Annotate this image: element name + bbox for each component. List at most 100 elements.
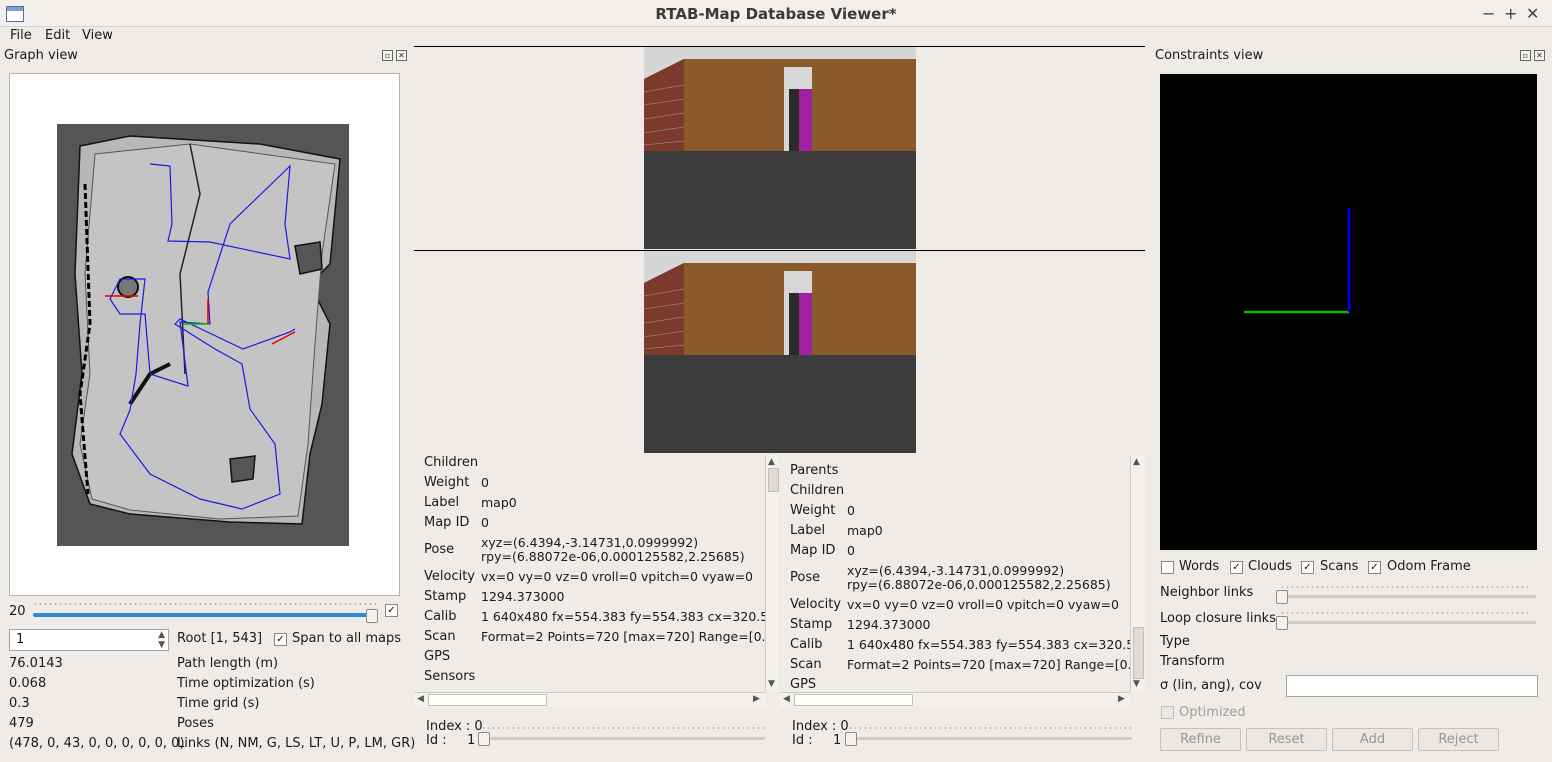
span-maps-checkbox[interactable]: ✓	[274, 633, 287, 646]
menu-file[interactable]: File	[10, 28, 32, 43]
constraints-view-title: Constraints view	[1155, 48, 1264, 63]
loop-closure-links-label: Loop closure links	[1160, 611, 1276, 626]
menu-bar: File Edit View	[0, 26, 1552, 46]
graph-slider-track[interactable]	[33, 613, 375, 617]
info-key: Stamp	[424, 589, 467, 604]
slider-ticks	[1280, 585, 1532, 589]
scroll-thumb[interactable]	[428, 694, 547, 706]
id-label-right: Id :	[792, 733, 813, 748]
stat-value-poses: 479	[9, 716, 34, 731]
loop-closure-links-slider[interactable]	[1280, 621, 1536, 624]
camera-image-top[interactable]	[644, 47, 916, 249]
info-value: 1294.373000	[481, 589, 565, 604]
scans-checkbox[interactable]: ✓	[1301, 561, 1314, 574]
span-maps-label: Span to all maps	[292, 631, 402, 646]
index-slider-left-handle[interactable]	[478, 732, 490, 746]
info-value: rpy=(6.88072e-06,0.000125582,2.25685)	[481, 549, 745, 564]
slider-ticks	[481, 726, 765, 730]
index-label-left: Index : 0	[426, 719, 483, 734]
info-key: Map ID	[790, 543, 836, 558]
sigma-label: σ (lin, ang), cov	[1160, 678, 1262, 693]
info-left-vscroll[interactable]: ▲ ▼	[765, 455, 779, 692]
scroll-thumb[interactable]	[768, 468, 779, 492]
id-label-left: Id :	[426, 733, 447, 748]
info-value: 0	[847, 543, 855, 558]
reset-button[interactable]: Reset	[1246, 728, 1327, 751]
graph-canvas[interactable]	[9, 73, 400, 596]
odom-frame-label: Odom Frame	[1387, 559, 1471, 574]
words-label: Words	[1179, 559, 1220, 574]
float-dock-icon[interactable]: ▫	[1520, 50, 1531, 61]
scroll-right-icon[interactable]: ▶	[753, 694, 760, 704]
info-key: Calib	[790, 637, 823, 652]
info-left-hscroll[interactable]: ◀ ▶	[414, 692, 765, 707]
stat-label-links: Links (N, NM, G, LS, LT, U, P, LM, GR)	[177, 736, 416, 751]
info-value: 0	[481, 515, 489, 530]
info-value: vx=0 vy=0 vz=0 vroll=0 vpitch=0 vyaw=0	[847, 597, 1120, 612]
stat-value-path-length: 76.0143	[9, 656, 63, 671]
stat-label-poses: Poses	[177, 716, 214, 731]
info-value: 1294.373000	[847, 617, 931, 632]
minimize-button[interactable]: −	[1482, 4, 1495, 23]
info-key: Label	[790, 523, 826, 538]
refine-button[interactable]: Refine	[1160, 728, 1241, 751]
info-value: 0	[847, 503, 855, 518]
graph-view-title: Graph view	[4, 48, 78, 63]
root-spin-value: 1	[16, 632, 25, 647]
info-value: 1 640x480 fx=554.383 fy=554.383 cx=320.5…	[847, 637, 1145, 652]
odom-frame-checkbox[interactable]: ✓	[1368, 561, 1381, 574]
graph-slider-handle[interactable]	[366, 609, 378, 623]
menu-edit[interactable]: Edit	[45, 28, 70, 43]
scroll-down-icon[interactable]: ▼	[1133, 679, 1140, 689]
scroll-thumb[interactable]	[1133, 627, 1144, 679]
close-dock-icon[interactable]: ✕	[1534, 50, 1545, 61]
reject-button[interactable]: Reject	[1418, 728, 1499, 751]
camera-image-bottom[interactable]	[644, 251, 916, 453]
scroll-up-icon[interactable]: ▲	[768, 457, 775, 467]
title-bar: RTAB-Map Database Viewer* − + ✕	[0, 0, 1552, 27]
scroll-right-icon[interactable]: ▶	[1118, 694, 1125, 704]
id-value-left: 1	[467, 733, 476, 748]
index-slider-right[interactable]	[848, 737, 1132, 740]
constraints-3d-view[interactable]	[1160, 74, 1537, 550]
words-checkbox[interactable]	[1161, 561, 1174, 574]
loop-closure-links-handle[interactable]	[1276, 616, 1288, 630]
close-button[interactable]: ✕	[1526, 4, 1539, 23]
info-key: Velocity	[424, 569, 475, 584]
info-key: Weight	[790, 503, 836, 518]
neighbor-links-slider[interactable]	[1280, 595, 1536, 598]
info-right-hscroll[interactable]: ◀ ▶	[780, 692, 1130, 707]
optimized-checkbox[interactable]	[1161, 706, 1174, 719]
root-spinbox[interactable]: 1 ▲ ▼	[9, 629, 169, 651]
info-key: GPS	[790, 677, 817, 692]
index-slider-left[interactable]	[481, 737, 765, 740]
stat-value-links: (478, 0, 43, 0, 0, 0, 0, 0, 0)	[9, 736, 185, 751]
slider-ticks	[33, 602, 378, 606]
scroll-left-icon[interactable]: ◀	[783, 694, 790, 704]
maximize-button[interactable]: +	[1504, 4, 1517, 23]
index-slider-right-handle[interactable]	[845, 732, 857, 746]
neighbor-links-handle[interactable]	[1276, 590, 1288, 604]
graph-slider-value: 20	[9, 604, 26, 619]
info-key: Sensors	[424, 669, 476, 684]
sigma-field[interactable]	[1286, 675, 1538, 697]
info-right-vscroll[interactable]: ▲ ▼	[1130, 455, 1145, 692]
info-key: Label	[424, 495, 460, 510]
graph-slider-checkbox[interactable]: ✓	[385, 604, 398, 617]
clouds-checkbox[interactable]: ✓	[1230, 561, 1243, 574]
scans-label: Scans	[1320, 559, 1359, 574]
window-title: RTAB-Map Database Viewer*	[655, 5, 897, 23]
spin-down-icon[interactable]: ▼	[158, 640, 165, 650]
scroll-left-icon[interactable]: ◀	[417, 694, 424, 704]
scroll-down-icon[interactable]: ▼	[768, 679, 775, 689]
spin-up-icon[interactable]: ▲	[158, 630, 165, 640]
scroll-thumb[interactable]	[794, 694, 913, 706]
info-key: Stamp	[790, 617, 833, 632]
menu-view[interactable]: View	[82, 28, 113, 43]
odom-axes	[1244, 208, 1351, 314]
close-dock-icon[interactable]: ✕	[396, 50, 407, 61]
add-button[interactable]: Add	[1332, 728, 1413, 751]
node-info-left: Children Weight 0 Label map0 Map ID 0 Po…	[414, 455, 779, 707]
scroll-up-icon[interactable]: ▲	[1133, 457, 1140, 467]
float-dock-icon[interactable]: ▫	[382, 50, 393, 61]
